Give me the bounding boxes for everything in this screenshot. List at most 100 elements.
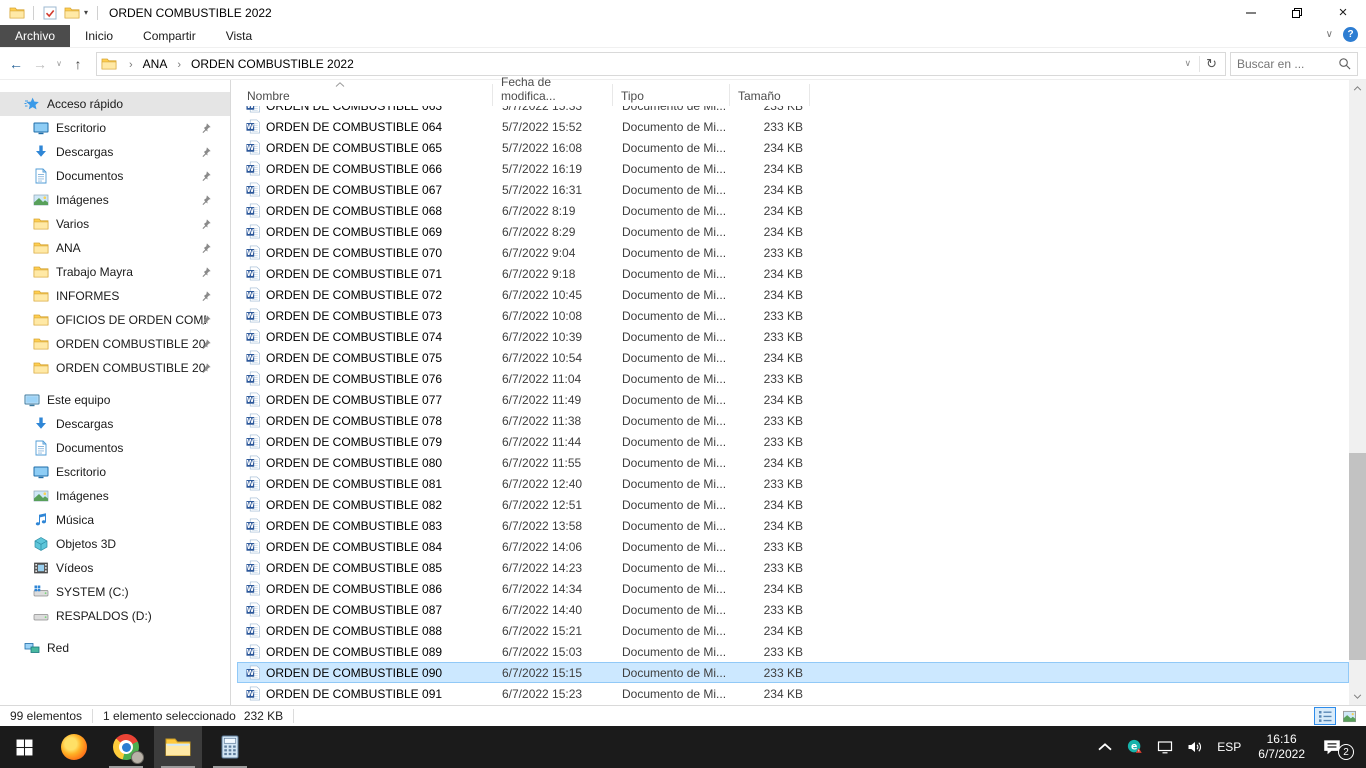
sidebar-item-orden-combustible-2022[interactable]: ORDEN COMBUSTIBLE 2022 [0, 356, 230, 380]
sidebar-item-system-c-[interactable]: SYSTEM (C:) [0, 580, 230, 604]
ribbon-tab-compartir[interactable]: Compartir [128, 25, 211, 47]
sidebar-item-descargas[interactable]: Descargas [0, 140, 230, 164]
file-row[interactable]: WORDEN DE COMBUSTIBLE 0776/7/2022 11:49D… [237, 389, 1349, 410]
column-header-tipo[interactable]: Tipo [613, 84, 730, 106]
chevron-up-icon[interactable] [1090, 739, 1120, 755]
file-row[interactable]: WORDEN DE COMBUSTIBLE 0906/7/2022 15:15D… [237, 662, 1349, 683]
help-icon[interactable]: ? [1343, 27, 1358, 42]
ribbon-tab-vista[interactable]: Vista [211, 25, 267, 47]
file-row[interactable]: WORDEN DE COMBUSTIBLE 0876/7/2022 14:40D… [237, 599, 1349, 620]
firefox-taskbar-button[interactable] [50, 726, 98, 768]
refresh-icon[interactable]: ↻ [1199, 56, 1223, 72]
qat-dropdown-icon[interactable]: ▾ [84, 8, 88, 17]
file-row[interactable]: WORDEN DE COMBUSTIBLE 0655/7/2022 16:08D… [237, 137, 1349, 158]
minimize-button[interactable] [1228, 0, 1274, 25]
file-row[interactable]: WORDEN DE COMBUSTIBLE 0896/7/2022 15:03D… [237, 641, 1349, 662]
action-center-icon[interactable]: 2 [1315, 738, 1356, 756]
sidebar-item-objetos-3d[interactable]: Objetos 3D [0, 532, 230, 556]
breadcrumb-item[interactable]: ORDEN COMBUSTIBLE 2022 [189, 55, 356, 73]
file-row[interactable]: WORDEN DE COMBUSTIBLE 0696/7/2022 8:29Do… [237, 221, 1349, 242]
sidebar-item-varios[interactable]: Varios [0, 212, 230, 236]
clock[interactable]: 16:16 6/7/2022 [1248, 732, 1315, 762]
sidebar-item-informes[interactable]: INFORMES [0, 284, 230, 308]
up-button[interactable]: ↑ [66, 52, 90, 76]
recent-locations-icon[interactable]: ∨ [52, 52, 66, 76]
file-row[interactable]: WORDEN DE COMBUSTIBLE 0716/7/2022 9:18Do… [237, 263, 1349, 284]
sidebar-item-v-deos[interactable]: Vídeos [0, 556, 230, 580]
sidebar-item-documentos[interactable]: Documentos [0, 164, 230, 188]
address-bar[interactable]: ›ANA›ORDEN COMBUSTIBLE 2022 ∨ ↻ [96, 52, 1226, 76]
column-header-fecha-de-modifica-[interactable]: Fecha de modifica... [493, 84, 613, 106]
sidebar-item-documentos[interactable]: Documentos [0, 436, 230, 460]
file-row[interactable]: WORDEN DE COMBUSTIBLE 0836/7/2022 13:58D… [237, 515, 1349, 536]
file-row[interactable]: WORDEN DE COMBUSTIBLE 0645/7/2022 15:52D… [237, 116, 1349, 137]
restore-button[interactable] [1274, 0, 1320, 25]
file-row[interactable]: WORDEN DE COMBUSTIBLE 0856/7/2022 14:23D… [237, 557, 1349, 578]
file-row[interactable]: WORDEN DE COMBUSTIBLE 0916/7/2022 15:23D… [237, 683, 1349, 704]
file-row[interactable]: WORDEN DE COMBUSTIBLE 0786/7/2022 11:38D… [237, 410, 1349, 431]
svg-text:W: W [247, 106, 255, 110]
sidebar-item-m-sica[interactable]: Música [0, 508, 230, 532]
file-row[interactable]: WORDEN DE COMBUSTIBLE 0686/7/2022 8:19Do… [237, 200, 1349, 221]
scroll-up-icon[interactable] [1349, 80, 1366, 97]
file-row[interactable]: WORDEN DE COMBUSTIBLE 0886/7/2022 15:21D… [237, 620, 1349, 641]
sidebar-item-im-genes[interactable]: Imágenes [0, 188, 230, 212]
sidebar-item-red[interactable]: Red [0, 636, 230, 660]
svg-text:W: W [247, 501, 255, 509]
breadcrumb-item[interactable]: ANA [141, 55, 170, 73]
file-row[interactable]: WORDEN DE COMBUSTIBLE 0846/7/2022 14:06D… [237, 536, 1349, 557]
search-input[interactable]: Buscar en ... [1230, 52, 1358, 76]
file-row[interactable]: WORDEN DE COMBUSTIBLE 0796/7/2022 11:44D… [237, 431, 1349, 452]
details-view-button[interactable] [1314, 707, 1336, 725]
file-row[interactable]: WORDEN DE COMBUSTIBLE 0826/7/2022 12:51D… [237, 494, 1349, 515]
file-row[interactable]: WORDEN DE COMBUSTIBLE 0726/7/2022 10:45D… [237, 284, 1349, 305]
sidebar-item-descargas[interactable]: Descargas [0, 412, 230, 436]
file-row[interactable]: WORDEN DE COMBUSTIBLE 0635/7/2022 15:33D… [237, 106, 1349, 116]
file-row[interactable]: WORDEN DE COMBUSTIBLE 0675/7/2022 16:31D… [237, 179, 1349, 200]
sidebar-item-este-equipo[interactable]: Este equipo [0, 388, 230, 412]
file-row[interactable]: WORDEN DE COMBUSTIBLE 0866/7/2022 14:34D… [237, 578, 1349, 599]
file-row[interactable]: WORDEN DE COMBUSTIBLE 0756/7/2022 10:54D… [237, 347, 1349, 368]
forward-button[interactable]: → [28, 52, 52, 76]
sidebar-item-trabajo-mayra[interactable]: Trabajo Mayra [0, 260, 230, 284]
scrollbar-thumb[interactable] [1349, 453, 1366, 660]
ribbon-tab-archivo[interactable]: Archivo [0, 25, 70, 47]
sidebar-item-ana[interactable]: ANA [0, 236, 230, 260]
file-row[interactable]: WORDEN DE COMBUSTIBLE 0816/7/2022 12:40D… [237, 473, 1349, 494]
scroll-down-icon[interactable] [1349, 688, 1366, 705]
sidebar-item-acceso-r-pido[interactable]: Acceso rápido [0, 92, 230, 116]
sidebar-item-im-genes[interactable]: Imágenes [0, 484, 230, 508]
column-header-nombre[interactable]: Nombre [237, 84, 493, 106]
chrome-taskbar-button[interactable] [102, 726, 150, 768]
word-document-icon: W [246, 476, 261, 491]
file-row[interactable]: WORDEN DE COMBUSTIBLE 0665/7/2022 16:19D… [237, 158, 1349, 179]
network-status-icon[interactable] [1150, 739, 1180, 755]
eset-antivirus-icon[interactable]: e [1120, 739, 1150, 755]
file-row[interactable]: WORDEN DE COMBUSTIBLE 0736/7/2022 10:08D… [237, 305, 1349, 326]
sidebar-item-orden-combustible-2022[interactable]: ORDEN COMBUSTIBLE 2022 [0, 332, 230, 356]
quick-access-folder-icon[interactable] [64, 5, 80, 21]
column-header-label: Nombre [247, 89, 290, 103]
calculator-taskbar-button[interactable] [206, 726, 254, 768]
back-button[interactable]: ← [4, 52, 28, 76]
file-row[interactable]: WORDEN DE COMBUSTIBLE 0806/7/2022 11:55D… [237, 452, 1349, 473]
language-indicator[interactable]: ESP [1210, 740, 1248, 754]
close-button[interactable]: × [1320, 0, 1366, 25]
sidebar-item-respaldos-d-[interactable]: RESPALDOS (D:) [0, 604, 230, 628]
collapse-ribbon-icon[interactable]: ∨ [1326, 29, 1333, 40]
quick-access-check-doc-icon[interactable] [42, 5, 58, 21]
column-header-tama-o[interactable]: Tamaño [730, 84, 810, 106]
start-button[interactable] [0, 726, 48, 768]
explorer-taskbar-button[interactable] [154, 726, 202, 768]
sidebar-item-oficios-de-orden-combu[interactable]: OFICIOS DE ORDEN COMBU [0, 308, 230, 332]
ribbon-tab-inicio[interactable]: Inicio [70, 25, 128, 47]
file-row[interactable]: WORDEN DE COMBUSTIBLE 0706/7/2022 9:04Do… [237, 242, 1349, 263]
address-dropdown-icon[interactable]: ∨ [1177, 58, 1200, 69]
vertical-scrollbar[interactable] [1349, 80, 1366, 705]
volume-icon[interactable] [1180, 739, 1210, 755]
file-row[interactable]: WORDEN DE COMBUSTIBLE 0746/7/2022 10:39D… [237, 326, 1349, 347]
file-row[interactable]: WORDEN DE COMBUSTIBLE 0766/7/2022 11:04D… [237, 368, 1349, 389]
sidebar-item-escritorio[interactable]: Escritorio [0, 116, 230, 140]
sidebar-item-escritorio[interactable]: Escritorio [0, 460, 230, 484]
thumbnail-view-button[interactable] [1338, 707, 1360, 725]
